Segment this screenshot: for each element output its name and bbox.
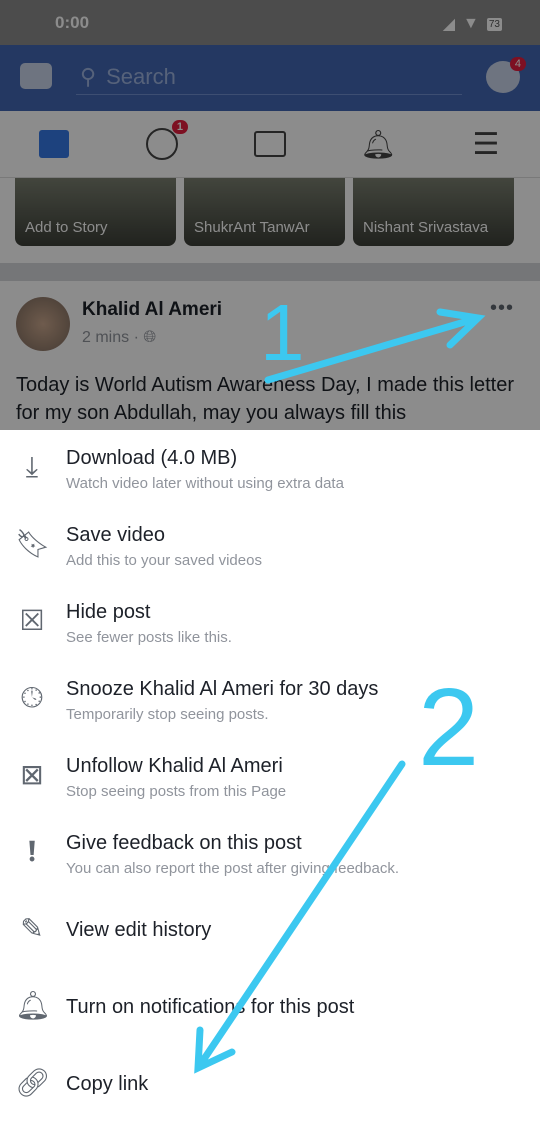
modal-backdrop[interactable] <box>0 0 540 430</box>
menu-item-subtitle: Add this to your saved videos <box>66 552 262 569</box>
edit-history-icon: ✎ <box>20 913 44 944</box>
menu-item[interactable]: ⊠ Unfollow Khalid Al Ameri Stop seeing pos… <box>0 738 540 815</box>
unfollow-icon: ⊠ <box>20 759 44 790</box>
menu-item[interactable]: ⤓ Download (4.0 MB) Watch video later with… <box>0 430 540 507</box>
menu-item[interactable]: ❗︎ Give feedback on this post You can also… <box>0 815 540 892</box>
menu-item-title: Copy link <box>66 1073 149 1095</box>
link-icon: 🔗︎ <box>15 1067 51 1098</box>
menu-item-title: Download (4.0 MB) <box>66 447 238 469</box>
post-options-sheet: ⤓ Download (4.0 MB) Watch video later with… <box>0 430 540 1123</box>
hide-x-icon: ☒ <box>19 605 45 636</box>
menu-item-title: Save video <box>66 524 165 546</box>
menu-item-title: Unfollow Khalid Al Ameri <box>66 755 283 777</box>
download-icon: ⤓ <box>25 451 39 482</box>
menu-item[interactable]: 🔖︎ Save video Add this to your saved video… <box>0 507 540 584</box>
menu-item-title: Snooze Khalid Al Ameri for 30 days <box>66 678 379 700</box>
menu-item-subtitle: See fewer posts like this. <box>66 629 232 646</box>
menu-item[interactable]: 🔔︎ Turn on notifications for this post <box>0 969 540 1046</box>
feedback-icon: ❗︎ <box>28 836 36 867</box>
bell-icon: 🔔︎ <box>15 990 51 1021</box>
menu-item[interactable]: 🔗︎ Copy link <box>0 1046 540 1123</box>
menu-item[interactable]: ✎ View edit history <box>0 892 540 969</box>
menu-item-subtitle: You can also report the post after givin… <box>66 860 399 877</box>
menu-item-title: Turn on notifications for this post <box>66 996 355 1018</box>
menu-item-subtitle: Temporarily stop seeing posts. <box>66 706 269 723</box>
menu-item-title: View edit history <box>66 919 212 941</box>
menu-item-title: Give feedback on this post <box>66 832 302 854</box>
clock-icon: 🕓︎ <box>20 682 44 713</box>
menu-item[interactable]: ☒ Hide post See fewer posts like this. <box>0 584 540 661</box>
menu-item-subtitle: Stop seeing posts from this Page <box>66 783 287 800</box>
menu-item-title: Hide post <box>66 601 151 623</box>
menu-item[interactable]: 🕓︎ Snooze Khalid Al Ameri for 30 days Temp… <box>0 661 540 738</box>
menu-item-subtitle: Watch video later without using extra da… <box>66 475 344 492</box>
bookmark-icon: 🔖︎ <box>15 528 51 559</box>
